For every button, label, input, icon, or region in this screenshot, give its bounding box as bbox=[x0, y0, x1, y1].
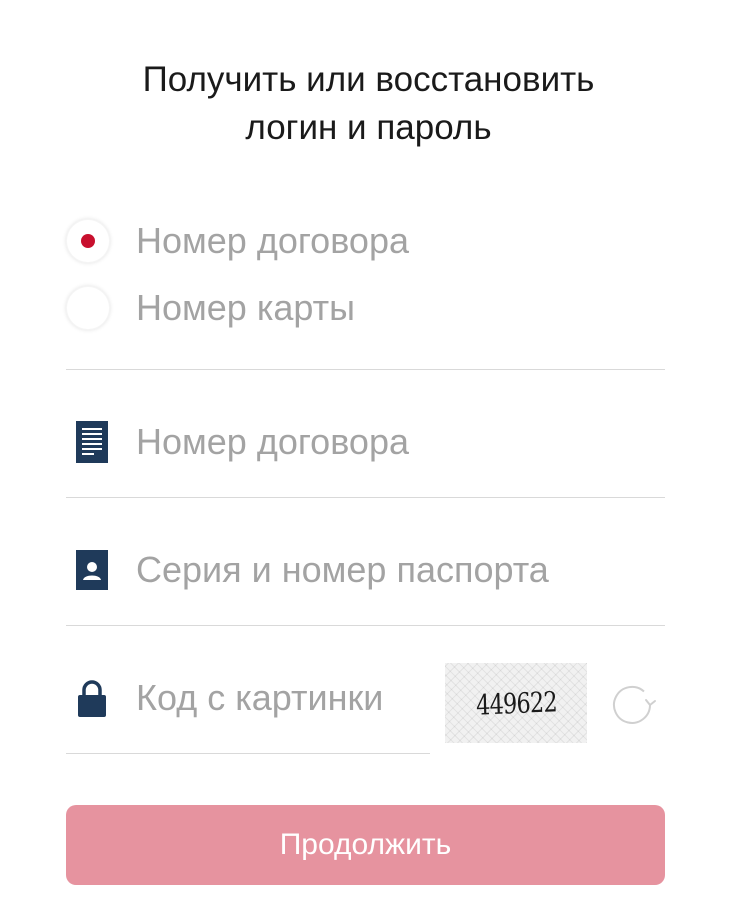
continue-button[interactable]: Продолжить bbox=[66, 805, 665, 885]
passport-field bbox=[66, 540, 665, 600]
contract-number-field bbox=[66, 412, 665, 472]
radio-selected-dot bbox=[81, 234, 95, 248]
radio-option-contract-number[interactable]: Номер договора bbox=[66, 217, 409, 265]
divider bbox=[66, 369, 665, 370]
document-icon bbox=[76, 420, 108, 464]
radio-button-unchecked[interactable] bbox=[66, 286, 110, 330]
contract-number-input[interactable] bbox=[136, 417, 656, 467]
radio-label-contract-number: Номер договора bbox=[136, 220, 409, 261]
person-card-icon bbox=[76, 548, 108, 592]
page-title: Получить или восстановить логин и пароль bbox=[0, 56, 737, 152]
captcha-image: 449622 bbox=[445, 663, 587, 743]
passport-input[interactable] bbox=[136, 545, 656, 595]
recover-login-form: Получить или восстановить логин и пароль… bbox=[0, 0, 737, 919]
contract-number-underline bbox=[66, 497, 665, 498]
title-line-1: Получить или восстановить bbox=[142, 60, 595, 99]
radio-button-checked[interactable] bbox=[66, 219, 110, 263]
refresh-icon[interactable] bbox=[606, 678, 660, 732]
captcha-code-field bbox=[66, 668, 430, 728]
captcha-code-input[interactable] bbox=[136, 673, 426, 723]
title-line-2: логин и пароль bbox=[245, 108, 492, 147]
captcha-image-text: 449622 bbox=[475, 684, 557, 722]
radio-option-card-number[interactable]: Номер карты bbox=[66, 284, 355, 332]
lock-icon bbox=[76, 676, 108, 720]
radio-label-card-number: Номер карты bbox=[136, 287, 355, 328]
passport-underline bbox=[66, 625, 665, 626]
captcha-code-underline bbox=[66, 753, 430, 754]
